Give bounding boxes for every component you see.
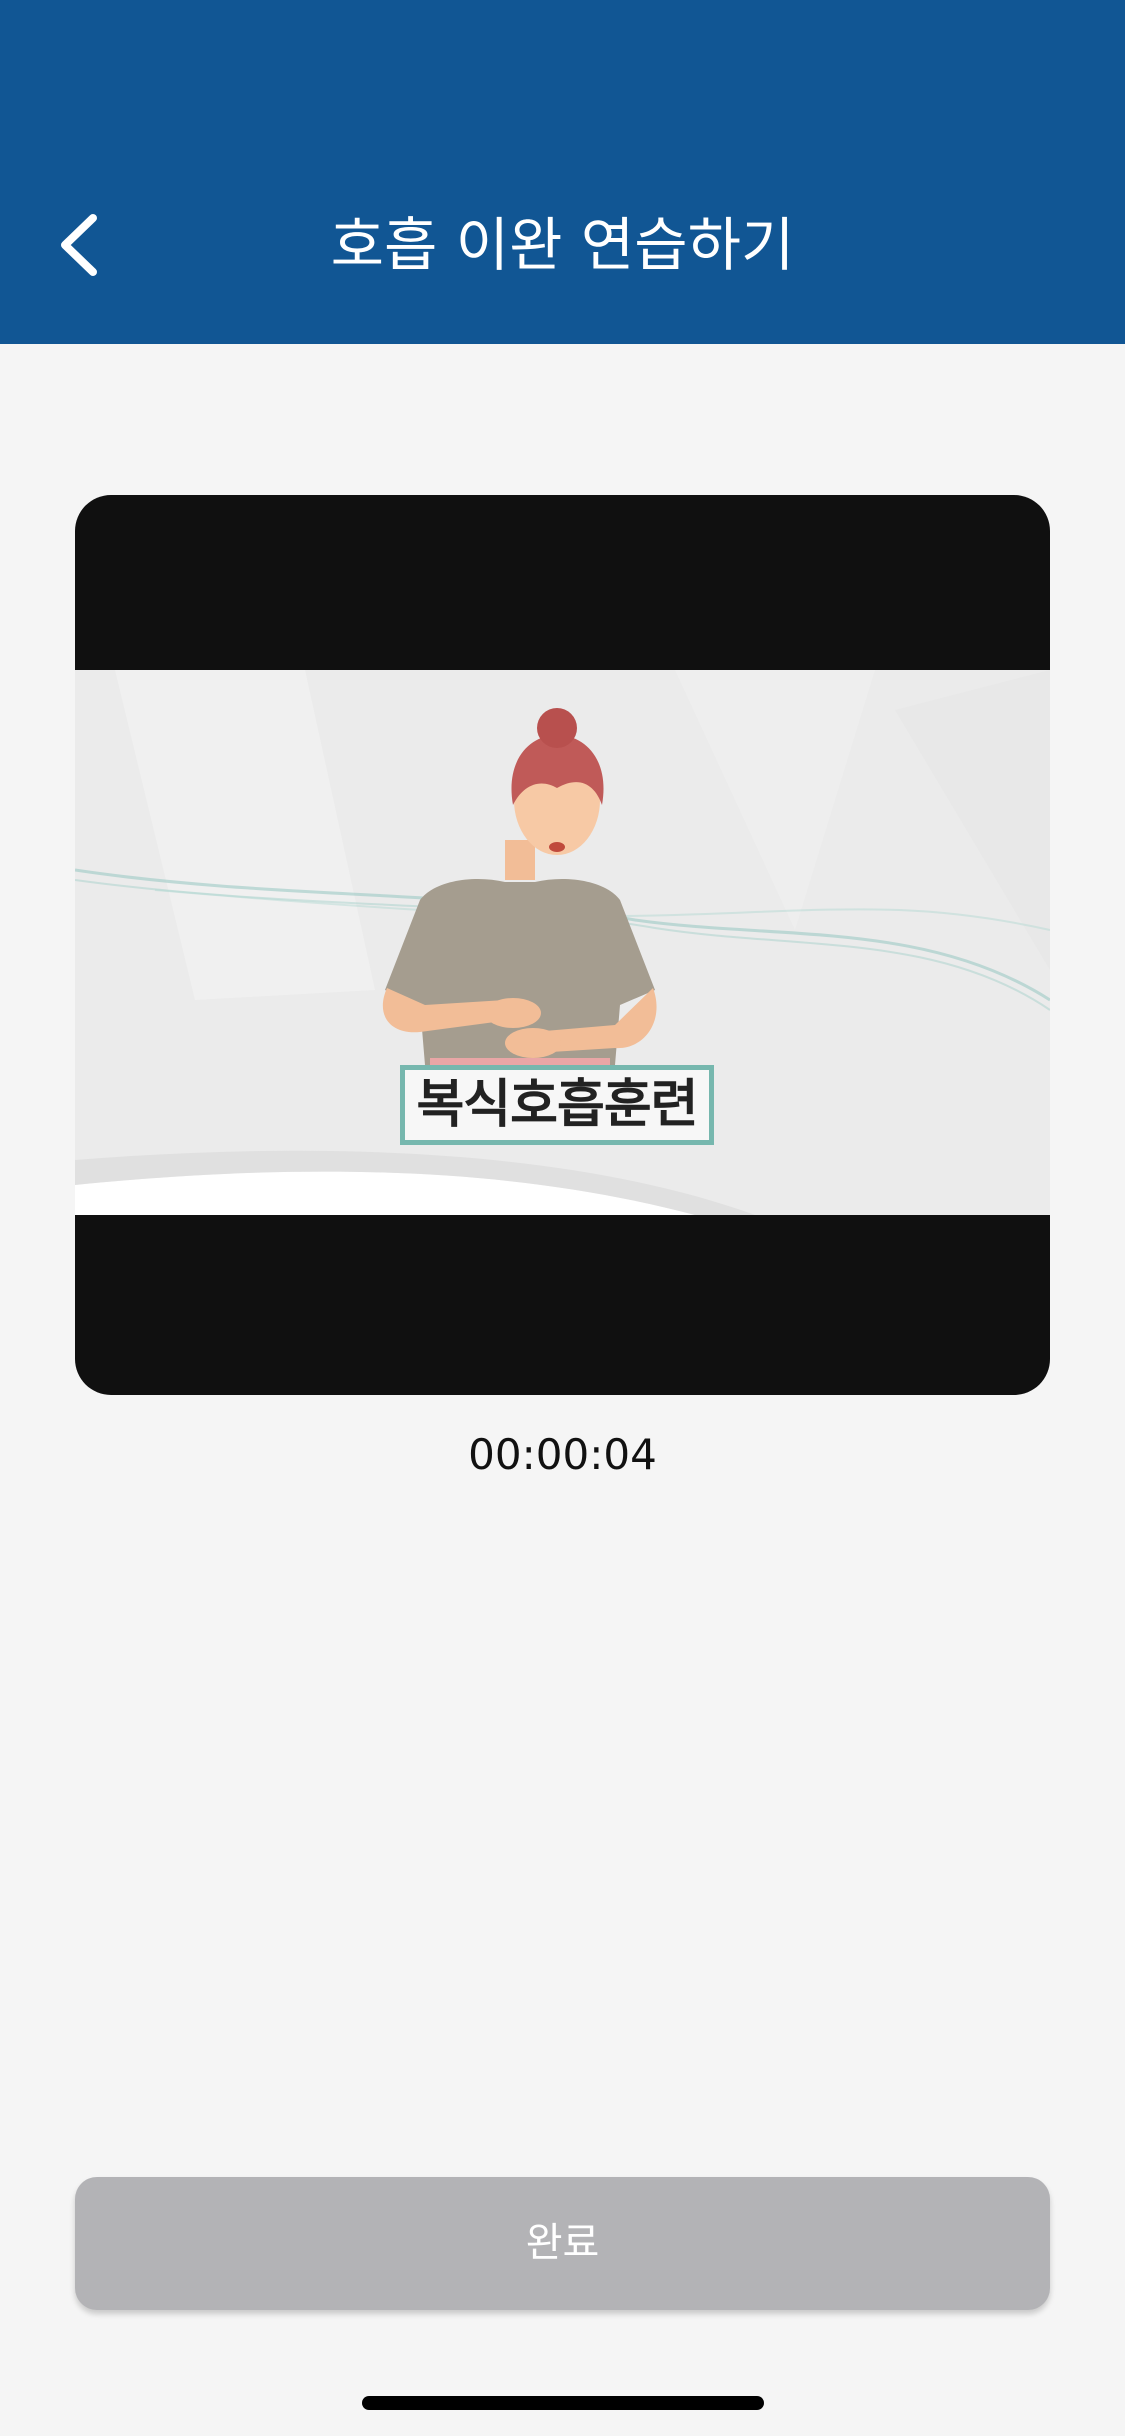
home-indicator[interactable] <box>362 2396 764 2410</box>
page-title: 호흡 이완 연습하기 <box>330 211 795 279</box>
video-caption: 복식호흡훈련 <box>400 1065 714 1145</box>
app-header: 호흡 이완 연습하기 <box>0 0 1125 344</box>
elapsed-time: 00:00:04 <box>468 1430 657 1479</box>
video-frame: 복식호흡훈련 <box>75 670 1050 1215</box>
done-button[interactable]: 완료 <box>75 2177 1050 2310</box>
video-player[interactable]: 복식호흡훈련 <box>75 495 1050 1395</box>
